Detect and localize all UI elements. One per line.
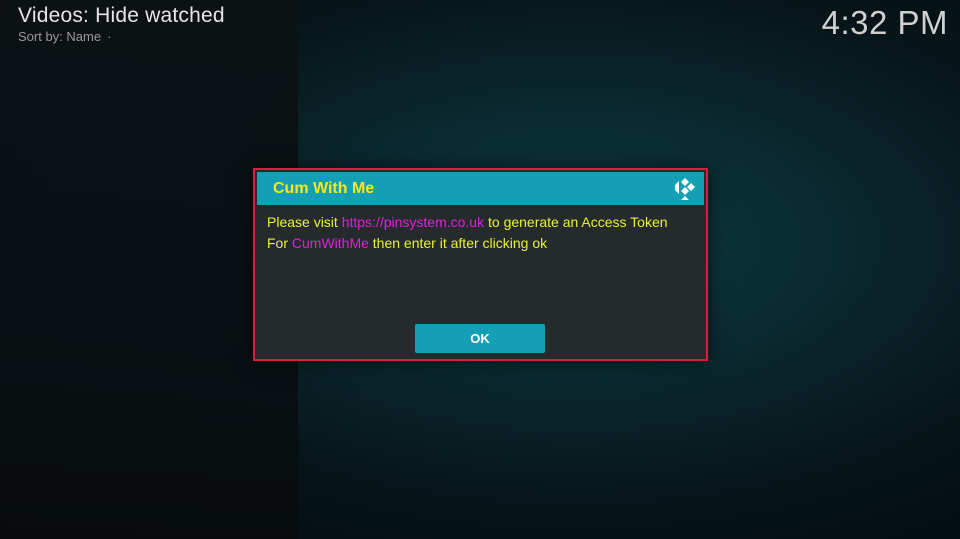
message-text: to generate an Access Token — [484, 214, 668, 230]
sort-separator: · — [107, 29, 112, 44]
page-title: Videos: Hide watched — [18, 4, 225, 27]
access-token-dialog: Cum With Me Please visit https://pinsyst… — [253, 168, 708, 361]
kodi-logo-icon — [675, 178, 695, 200]
addon-name: CumWithMe — [291, 235, 369, 251]
sort-info: Sort by: Name · — [18, 29, 111, 44]
message-text: Please visit — [267, 214, 342, 230]
dialog-title: Cum With Me — [273, 180, 375, 197]
message-line-2: For CumWithMe then enter it after clicki… — [267, 233, 697, 254]
message-line-1: Please visit https://pinsystem.co.uk to … — [267, 212, 697, 233]
message-text: For — [267, 235, 292, 251]
message-text: then enter it after clicking ok — [368, 235, 548, 251]
dialog-message: Please visit https://pinsystem.co.uk to … — [267, 212, 697, 254]
pinsystem-link: https://pinsystem.co.uk — [341, 214, 485, 230]
ok-button[interactable]: OK — [415, 324, 545, 353]
kodi-screen: Videos: Hide watched Sort by: Name · 4:32… — [0, 0, 960, 539]
clock: 4:32 PM — [821, 4, 948, 41]
sort-label: Sort by: Name — [18, 29, 102, 44]
dialog-titlebar: Cum With Me — [257, 172, 704, 205]
